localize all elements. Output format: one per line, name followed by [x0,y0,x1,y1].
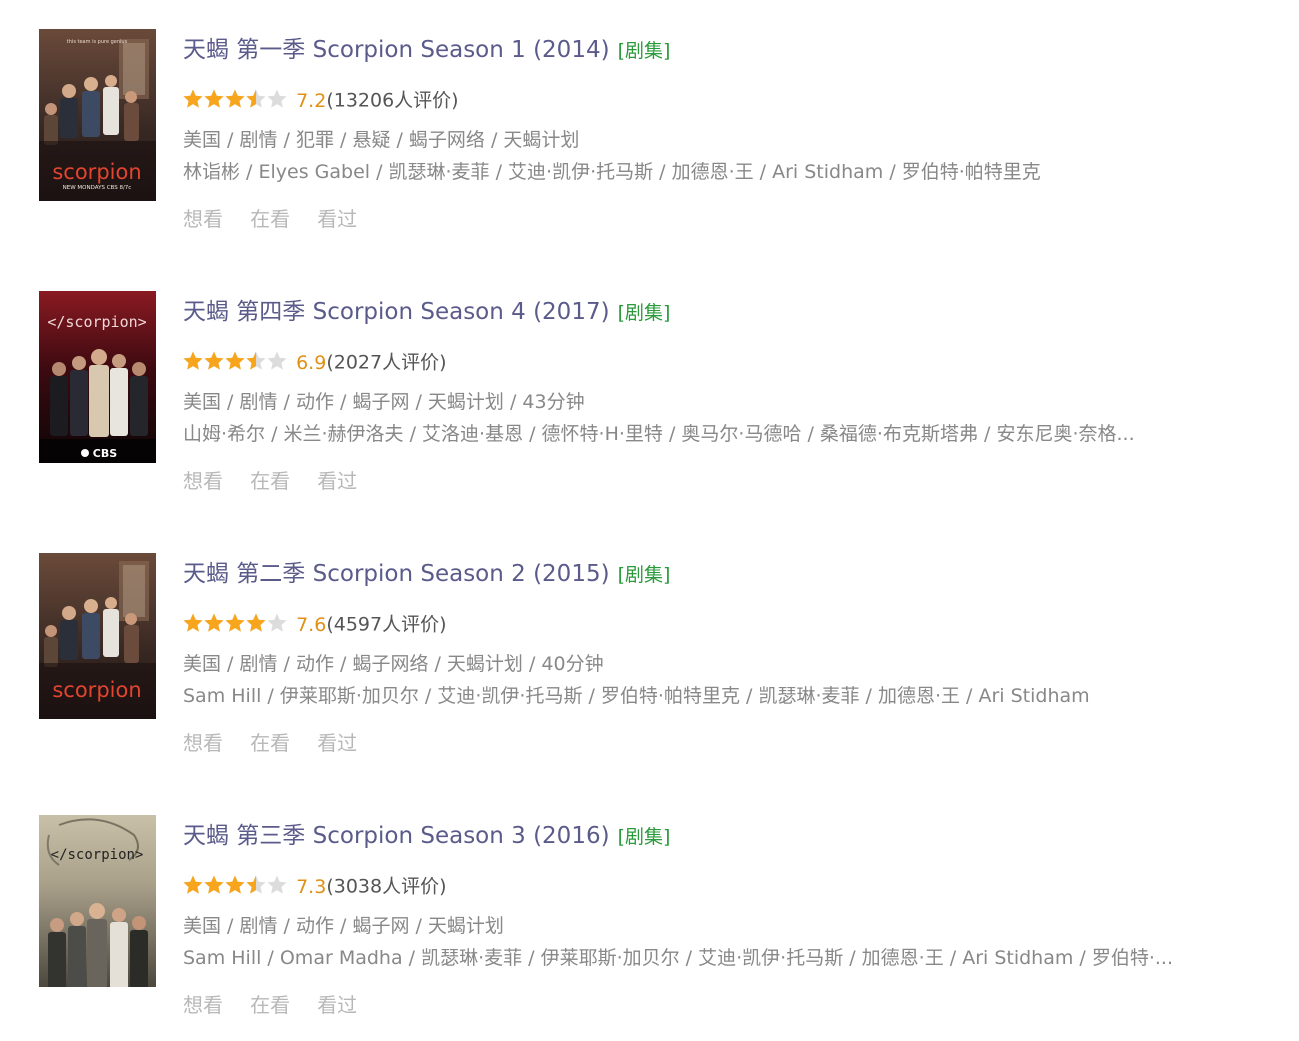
title-line: 天蝎 第一季 Scorpion Season 1 (2014) [剧集] [183,30,670,70]
watching-button[interactable]: 在看 [250,207,290,231]
type-tag-link[interactable]: [剧集] [618,302,671,324]
want-to-watch-button[interactable]: 想看 [183,731,223,755]
action-bar: 想看 在看 看过 [183,990,379,1022]
star-full-icon [204,89,224,108]
title-line: 天蝎 第四季 Scorpion Season 4 (2017) [剧集] [183,292,670,332]
poster-image[interactable]: </scorpion> [39,815,156,987]
watched-button[interactable]: 看过 [317,469,357,493]
rating-score: 7.2 [296,89,327,112]
stars-graphic [183,351,287,370]
star-full-icon [204,613,224,632]
svg-text:</scorpion>: </scorpion> [51,847,144,863]
result-item: this team is pure genius scorpion NEW MO… [39,29,1269,231]
title-line: 天蝎 第三季 Scorpion Season 3 (2016) [剧集] [183,816,670,856]
stars-graphic [183,875,287,894]
svg-text:</scorpion>: </scorpion> [47,313,146,331]
result-item: scorpion 天蝎 第二季 Scorpion Season 2 (2015)… [39,553,1269,755]
star-full-icon [204,351,224,370]
item-cast: Sam Hill / 伊莱耶斯·加贝尔 / 艾迪·凯伊·托马斯 / 罗伯特·帕特… [183,685,1090,707]
poster-image[interactable]: </scorpion> CBS [39,291,156,463]
watched-button[interactable]: 看过 [317,731,357,755]
star-rating [183,351,287,371]
want-to-watch-button[interactable]: 想看 [183,207,223,231]
rating-score: 7.3 [296,875,327,898]
star-full-icon [225,875,245,894]
want-to-watch-button[interactable]: 想看 [183,469,223,493]
rating-line: 7.6(4597人评价) [183,609,447,639]
action-bar: 想看 在看 看过 [183,466,379,498]
item-meta: 美国 / 剧情 / 动作 / 蝎子网 / 天蝎计划 / 43分钟 [183,391,585,413]
star-full-icon [225,613,245,632]
want-to-watch-button[interactable]: 想看 [183,993,223,1017]
svg-text:scorpion: scorpion [52,678,141,702]
stars-graphic [183,613,287,632]
item-title-link[interactable]: 天蝎 第三季 Scorpion Season 3 (2016) [183,823,610,849]
poster-image[interactable]: this team is pure genius scorpion NEW MO… [39,29,156,201]
svg-text:CBS: CBS [93,447,117,460]
rating-score: 7.6 [296,613,327,636]
svg-text:this team is pure genius: this team is pure genius [67,39,128,45]
type-tag-link[interactable]: [剧集] [618,826,671,848]
star-rating [183,89,287,109]
rating-line: 7.2(13206人评价) [183,85,459,115]
item-meta: 美国 / 剧情 / 犯罪 / 悬疑 / 蝎子网络 / 天蝎计划 [183,129,580,151]
rating-count: (2027人评价) [326,351,447,374]
watching-button[interactable]: 在看 [250,469,290,493]
rating-count: (13206人评价) [326,89,459,112]
rating-count: (3038人评价) [326,875,447,898]
star-empty-icon [267,351,287,370]
poster-image[interactable]: scorpion [39,553,156,725]
star-full-icon [183,89,203,108]
svg-text:scorpion: scorpion [52,160,141,184]
item-title-link[interactable]: 天蝎 第一季 Scorpion Season 1 (2014) [183,37,610,63]
item-meta: 美国 / 剧情 / 动作 / 蝎子网络 / 天蝎计划 / 40分钟 [183,653,604,675]
item-title-link[interactable]: 天蝎 第二季 Scorpion Season 2 (2015) [183,561,610,587]
star-empty-icon [267,89,287,108]
item-cast: 林诣彬 / Elyes Gabel / 凯瑟琳·麦菲 / 艾迪·凯伊·托马斯 /… [183,161,1041,183]
item-title-link[interactable]: 天蝎 第四季 Scorpion Season 4 (2017) [183,299,610,325]
action-bar: 想看 在看 看过 [183,204,379,236]
type-tag-link[interactable]: [剧集] [618,40,671,62]
star-empty-icon [267,875,287,894]
star-full-icon [246,613,266,632]
item-meta: 美国 / 剧情 / 动作 / 蝎子网 / 天蝎计划 [183,915,504,937]
item-cast: Sam Hill / Omar Madha / 凯瑟琳·麦菲 / 伊莱耶斯·加贝… [183,947,1174,969]
rating-line: 6.9(2027人评价) [183,347,447,377]
watching-button[interactable]: 在看 [250,993,290,1017]
item-cast: 山姆·希尔 / 米兰·赫伊洛夫 / 艾洛迪·基恩 / 德怀特·H·里特 / 奥马… [183,423,1135,445]
rating-count: (4597人评价) [326,613,447,636]
result-item: </scorpion> CBS 天蝎 第四季 Scorpion Season 4… [39,291,1269,493]
watched-button[interactable]: 看过 [317,993,357,1017]
action-bar: 想看 在看 看过 [183,728,379,760]
rating-score: 6.9 [296,351,327,374]
watching-button[interactable]: 在看 [250,731,290,755]
star-full-icon [183,875,203,894]
watched-button[interactable]: 看过 [317,207,357,231]
title-line: 天蝎 第二季 Scorpion Season 2 (2015) [剧集] [183,554,670,594]
star-rating [183,875,287,895]
type-tag-link[interactable]: [剧集] [618,564,671,586]
star-full-icon [183,613,203,632]
svg-text:NEW MONDAYS CBS 8/7c: NEW MONDAYS CBS 8/7c [63,185,132,191]
star-full-icon [225,89,245,108]
star-rating [183,613,287,633]
star-full-icon [225,351,245,370]
rating-line: 7.3(3038人评价) [183,871,447,901]
star-empty-icon [267,613,287,632]
star-full-icon [183,351,203,370]
stars-graphic [183,89,287,108]
result-item: </scorpion> 天蝎 第三季 Scorpion Season 3 (20… [39,815,1269,1017]
star-full-icon [204,875,224,894]
